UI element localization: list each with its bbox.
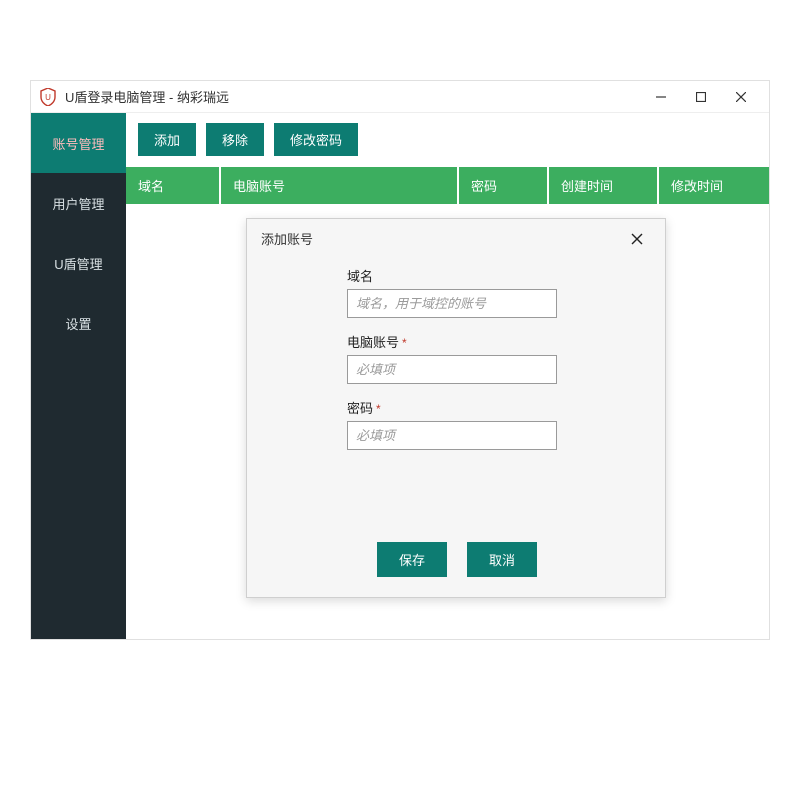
dialog-body: 域名 电脑账号* 密码* [247,258,665,536]
maximize-button[interactable] [681,82,721,112]
dialog-header: 添加账号 [247,219,665,258]
column-created[interactable]: 创建时间 [549,167,659,204]
required-marker: * [376,402,381,416]
table-header: 域名 电脑账号 密码 创建时间 修改时间 [126,166,769,204]
column-domain[interactable]: 域名 [126,167,221,204]
titlebar: U U盾登录电脑管理 - 纳彩瑞远 [31,81,769,113]
sidebar-item-label: 账号管理 [52,134,104,153]
app-logo-icon: U [39,88,57,106]
dialog-close-icon[interactable] [631,233,651,245]
remove-button[interactable]: 移除 [206,123,264,156]
sidebar-item-users[interactable]: 用户管理 [31,173,126,233]
field-domain: 域名 [347,266,637,318]
main-panel: 添加 移除 修改密码 域名 电脑账号 密码 创建时间 修改时间 添加账号 [126,113,769,639]
content-area: 账号管理 用户管理 U盾管理 设置 添加 移除 修改密码 域名 电脑账号 密码 [31,113,769,639]
cancel-button[interactable]: 取消 [467,542,537,577]
sidebar-item-ushield[interactable]: U盾管理 [31,233,126,293]
sidebar: 账号管理 用户管理 U盾管理 设置 [31,113,126,639]
add-account-dialog: 添加账号 域名 电脑账号* [246,218,666,598]
password-input[interactable] [347,421,557,450]
sidebar-item-accounts[interactable]: 账号管理 [31,113,126,173]
field-account: 电脑账号* [347,332,637,384]
account-input[interactable] [347,355,557,384]
domain-input[interactable] [347,289,557,318]
field-password: 密码* [347,398,637,450]
save-button[interactable]: 保存 [377,542,447,577]
column-modified[interactable]: 修改时间 [659,167,769,204]
svg-text:U: U [45,93,51,102]
domain-label: 域名 [347,266,637,285]
toolbar: 添加 移除 修改密码 [126,113,769,166]
sidebar-item-label: 用户管理 [52,194,104,213]
dialog-actions: 保存 取消 [247,536,665,597]
column-password[interactable]: 密码 [459,167,549,204]
column-account[interactable]: 电脑账号 [221,167,459,204]
required-marker: * [402,336,407,350]
minimize-button[interactable] [641,82,681,112]
window-title: U盾登录电脑管理 - 纳彩瑞远 [65,87,229,106]
sidebar-item-label: 设置 [65,314,91,333]
account-label: 电脑账号* [347,332,637,351]
dialog-title: 添加账号 [261,229,313,248]
password-label: 密码* [347,398,637,417]
close-button[interactable] [721,82,761,112]
change-password-button[interactable]: 修改密码 [274,123,358,156]
sidebar-item-settings[interactable]: 设置 [31,293,126,353]
app-window: U U盾登录电脑管理 - 纳彩瑞远 账号管理 用户管理 U盾管理 设 [30,80,770,640]
sidebar-item-label: U盾管理 [54,254,102,273]
add-button[interactable]: 添加 [138,123,196,156]
